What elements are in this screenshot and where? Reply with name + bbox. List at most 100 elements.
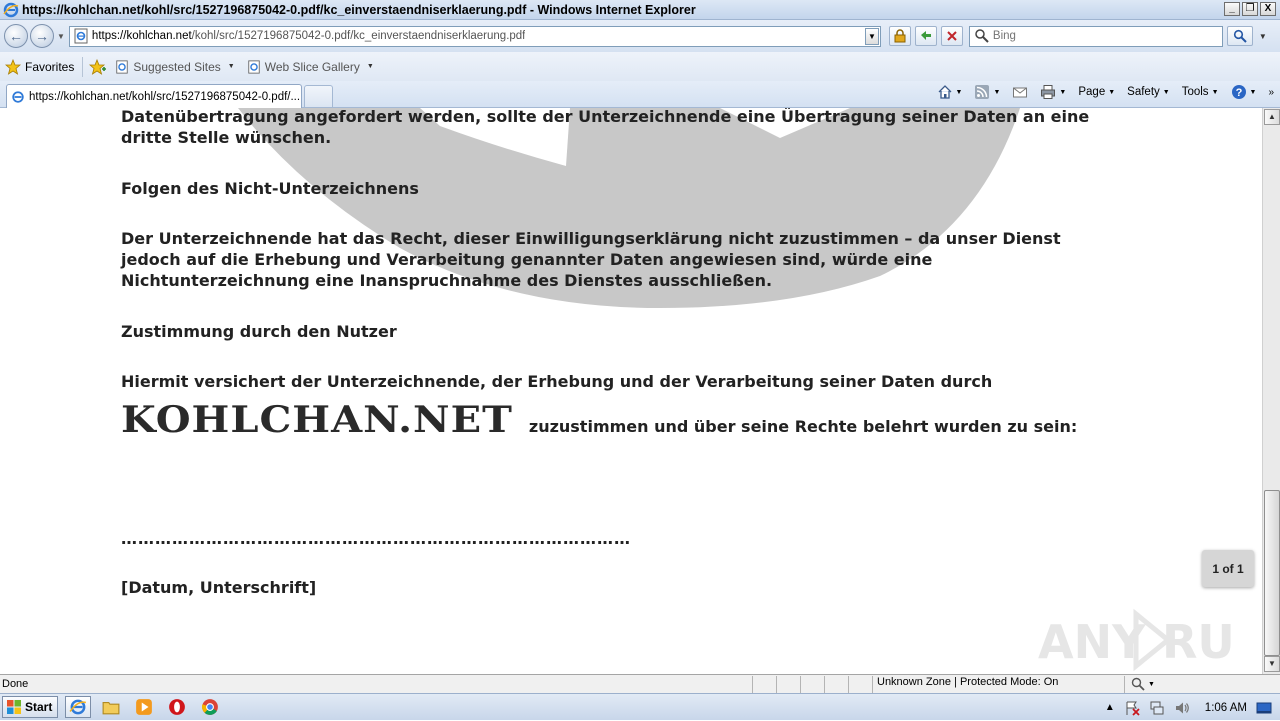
page-menu-label: Page [1078,86,1106,98]
favorites-button[interactable]: Favorites [5,58,74,75]
anyrun-logo-mark: ANY RUN [1038,608,1234,672]
chevron-down-icon: ▼ [1162,88,1170,96]
chevron-down-icon: ▼ [1108,88,1116,96]
chevron-down-icon: ▼ [1211,88,1219,96]
recent-pages-dropdown[interactable]: ▼ [57,32,65,41]
back-button[interactable]: ← [4,24,28,48]
ie-page-icon [116,59,129,74]
search-box[interactable] [968,25,1223,47]
restore-button[interactable]: ❐ [1242,2,1258,16]
favorites-bar: Favorites Suggested Sites ▼ Web Slice Ga… [0,52,1280,81]
search-icon [1233,29,1247,43]
system-tray: ▲ 1:06 AM [1105,694,1280,721]
signature-label: [Datum, Unterschrift] [121,578,317,597]
window-title: https://kohlchan.net/kohl/src/1527196875… [22,2,696,17]
tools-menu[interactable]: Tools ▼ [1182,86,1219,98]
new-tab-button[interactable] [304,85,333,107]
window-title-bar: https://kohlchan.net/kohl/src/1527196875… [0,0,1280,20]
mail-icon [1013,87,1028,98]
status-bar: Done Unknown Zone | Protected Mode: On ▼ [0,674,1280,693]
chevron-down-icon: ▼ [1249,88,1257,96]
command-bar: ▼ ▼ ▼ Page ▼ Safety ▼ Tools ▼ ? ▼ » [925,84,1274,100]
volume-icon[interactable] [1174,700,1190,716]
start-button[interactable]: Start [2,696,59,718]
zoom-magnifier-icon [1131,677,1145,691]
tab-active[interactable]: https://kohlchan.net/kohl/src/1527196875… [6,84,302,108]
taskbar-explorer[interactable] [98,696,124,718]
action-center-flag-icon[interactable] [1124,700,1140,716]
taskbar-chrome[interactable] [197,696,223,718]
stop-button[interactable] [940,26,963,46]
document-text-line: dritte Stelle wünschen. [121,128,332,147]
help-icon: ? [1231,85,1246,99]
suggested-sites-link[interactable]: Suggested Sites ▼ [115,59,235,74]
suggested-sites-label: Suggested Sites [133,59,221,74]
document-text-line: Der Unterzeichnende hat das Recht, diese… [121,229,1061,248]
scrollbar-thumb[interactable] [1264,490,1280,656]
status-panel [800,675,824,693]
safety-menu[interactable]: Safety ▼ [1127,86,1170,98]
search-provider-icon [975,29,989,43]
help-button[interactable]: ? ▼ [1231,84,1257,100]
safety-menu-label: Safety [1127,86,1160,98]
scroll-down-button[interactable]: ▼ [1264,656,1280,672]
feeds-button[interactable]: ▼ [974,84,1000,100]
svg-text:ANY: ANY [1038,615,1146,669]
kohlchan-logo: KOHLCHAN.NET [121,397,513,442]
show-hidden-icons-button[interactable]: ▲ [1105,702,1115,713]
taskbar-opera[interactable] [164,696,190,718]
forward-arrow-icon: → [35,28,49,44]
document-text-line: Datenübertragung angefordert werden, sol… [121,108,1090,126]
lock-icon [894,29,906,43]
zoom-level-button[interactable]: ▼ [1124,675,1164,693]
show-desktop-icon[interactable] [1256,700,1272,716]
address-dropdown-button[interactable]: ▼ [864,27,879,45]
scroll-up-button[interactable]: ▲ [1264,109,1280,125]
home-button[interactable]: ▼ [937,84,963,100]
web-slice-gallery-link[interactable]: Web Slice Gallery ▼ [247,60,374,74]
rss-feed-icon [975,85,990,99]
windows-taskbar: Start ▲ 1:06 AM [0,693,1280,720]
chevron-down-icon: ▼ [366,63,374,70]
chevron-down-icon: ▼ [1059,88,1067,96]
page-menu[interactable]: Page ▼ [1078,86,1115,98]
add-to-favorites-icon[interactable] [89,58,107,75]
signature-dotted-line: ……………………………………………………………………………… [121,529,631,548]
refresh-button[interactable] [914,26,937,46]
taskbar-internet-explorer[interactable] [65,696,92,718]
chevron-down-icon: ▼ [955,88,963,96]
search-button[interactable] [1226,26,1253,46]
chevron-double-right-icon: » [1268,86,1274,98]
document-text-line: jedoch auf die Erhebung und Verarbeitung… [121,250,933,269]
security-zone-status[interactable]: Unknown Zone | Protected Mode: On [872,675,1124,693]
network-icon[interactable] [1149,700,1165,716]
close-window-button[interactable]: X [1260,2,1276,16]
status-panel [776,675,800,693]
address-path: /kohl/src/1527196875042-0.pdf/kc_einvers… [191,30,526,42]
minimize-button[interactable]: _ [1224,2,1240,16]
security-lock-button[interactable] [888,26,911,46]
search-input[interactable] [992,30,1213,42]
logo-text-line: KOHLCHAN.NET zuzustimmen und über seine … [121,398,1077,442]
printer-icon [1041,85,1056,99]
folder-icon [102,701,120,715]
tab-title: https://kohlchan.net/kohl/src/1527196875… [29,90,301,103]
chevron-down-icon: ▼ [993,88,1001,96]
read-mail-button[interactable] [1012,84,1028,100]
address-bar[interactable]: https://kohlchan.net/kohl/src/1527196875… [68,25,881,47]
taskbar-media-player[interactable] [131,696,157,718]
search-options-dropdown[interactable]: ▼ [1259,32,1267,41]
internet-explorer-icon [69,699,87,715]
print-button[interactable]: ▼ [1040,84,1066,100]
vertical-scrollbar[interactable]: ▲ ▼ [1262,108,1280,674]
stop-x-icon [947,31,957,41]
media-player-icon [136,699,153,715]
favorites-separator [82,56,84,77]
status-panel [752,675,776,693]
ie-page-icon [248,59,260,74]
taskbar-clock[interactable]: 1:06 AM [1205,702,1247,714]
document-text-line: zuzustimmen und über seine Rechte belehr… [528,417,1078,436]
command-bar-overflow[interactable]: » [1268,87,1274,98]
forward-button[interactable]: → [30,24,54,48]
page-number-indicator: 1 of 1 [1202,550,1254,587]
